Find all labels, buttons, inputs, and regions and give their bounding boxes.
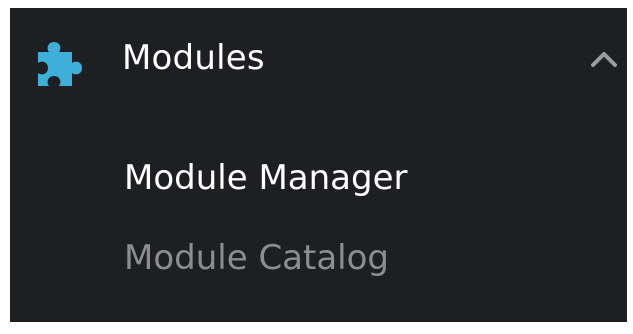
submenu-item-module-catalog[interactable]: Module Catalog xyxy=(124,236,389,280)
puzzle-piece-icon xyxy=(38,42,82,86)
section-title: Modules xyxy=(122,38,265,78)
modules-section-header[interactable]: Modules xyxy=(10,8,627,108)
sidebar-menu-panel: Modules Module Manager Module Catalog xyxy=(10,8,627,322)
chevron-up-icon[interactable] xyxy=(589,46,619,70)
screenshot-frame: Modules Module Manager Module Catalog xyxy=(0,0,633,334)
submenu-item-module-manager[interactable]: Module Manager xyxy=(124,156,407,200)
